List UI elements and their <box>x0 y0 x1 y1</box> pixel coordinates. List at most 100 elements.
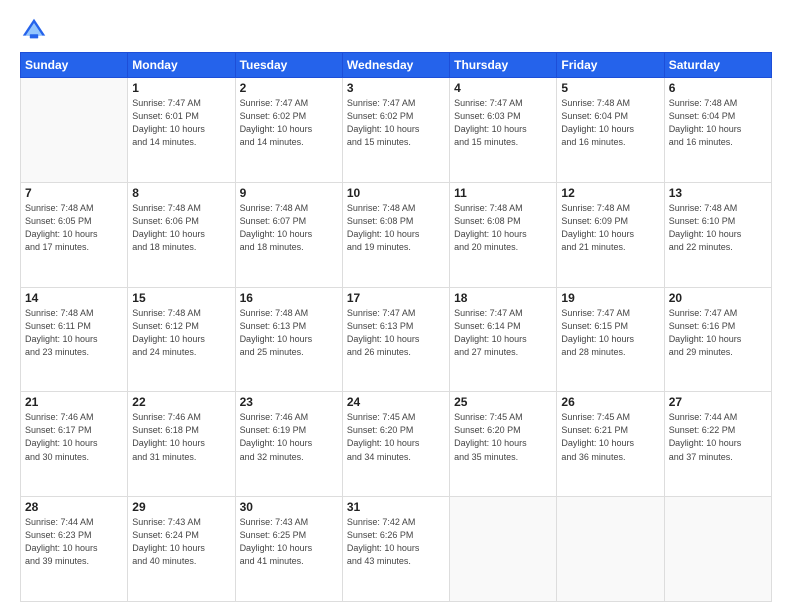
day-detail: Sunrise: 7:48 AMSunset: 6:08 PMDaylight:… <box>347 202 445 254</box>
week-row-1: 1 Sunrise: 7:47 AMSunset: 6:01 PMDaylight… <box>21 78 772 183</box>
day-detail: Sunrise: 7:48 AMSunset: 6:07 PMDaylight:… <box>240 202 338 254</box>
calendar-cell-1-1 <box>21 78 128 183</box>
calendar-cell-1-5: 4 Sunrise: 7:47 AMSunset: 6:03 PMDaylight… <box>450 78 557 183</box>
day-detail: Sunrise: 7:43 AMSunset: 6:24 PMDaylight:… <box>132 516 230 568</box>
calendar-cell-3-2: 15 Sunrise: 7:48 AMSunset: 6:12 PMDayligh… <box>128 287 235 392</box>
logo-icon <box>20 16 48 44</box>
weekday-header-row: SundayMondayTuesdayWednesdayThursdayFrid… <box>21 53 772 78</box>
day-number: 13 <box>669 186 767 200</box>
calendar-cell-1-6: 5 Sunrise: 7:48 AMSunset: 6:04 PMDaylight… <box>557 78 664 183</box>
week-row-3: 14 Sunrise: 7:48 AMSunset: 6:11 PMDayligh… <box>21 287 772 392</box>
day-detail: Sunrise: 7:48 AMSunset: 6:08 PMDaylight:… <box>454 202 552 254</box>
day-detail: Sunrise: 7:44 AMSunset: 6:23 PMDaylight:… <box>25 516 123 568</box>
logo <box>20 16 52 44</box>
day-detail: Sunrise: 7:47 AMSunset: 6:01 PMDaylight:… <box>132 97 230 149</box>
day-number: 26 <box>561 395 659 409</box>
calendar-cell-2-3: 9 Sunrise: 7:48 AMSunset: 6:07 PMDaylight… <box>235 182 342 287</box>
day-number: 24 <box>347 395 445 409</box>
calendar-cell-4-6: 26 Sunrise: 7:45 AMSunset: 6:21 PMDayligh… <box>557 392 664 497</box>
day-detail: Sunrise: 7:47 AMSunset: 6:03 PMDaylight:… <box>454 97 552 149</box>
day-detail: Sunrise: 7:48 AMSunset: 6:12 PMDaylight:… <box>132 307 230 359</box>
day-detail: Sunrise: 7:46 AMSunset: 6:19 PMDaylight:… <box>240 411 338 463</box>
day-number: 12 <box>561 186 659 200</box>
calendar-table: SundayMondayTuesdayWednesdayThursdayFrid… <box>20 52 772 602</box>
calendar-cell-3-7: 20 Sunrise: 7:47 AMSunset: 6:16 PMDayligh… <box>664 287 771 392</box>
day-number: 6 <box>669 81 767 95</box>
weekday-header-friday: Friday <box>557 53 664 78</box>
calendar-cell-5-3: 30 Sunrise: 7:43 AMSunset: 6:25 PMDayligh… <box>235 497 342 602</box>
calendar-cell-5-1: 28 Sunrise: 7:44 AMSunset: 6:23 PMDayligh… <box>21 497 128 602</box>
weekday-header-wednesday: Wednesday <box>342 53 449 78</box>
calendar-cell-2-7: 13 Sunrise: 7:48 AMSunset: 6:10 PMDayligh… <box>664 182 771 287</box>
calendar-cell-2-2: 8 Sunrise: 7:48 AMSunset: 6:06 PMDaylight… <box>128 182 235 287</box>
day-number: 4 <box>454 81 552 95</box>
day-detail: Sunrise: 7:45 AMSunset: 6:21 PMDaylight:… <box>561 411 659 463</box>
day-number: 3 <box>347 81 445 95</box>
day-detail: Sunrise: 7:45 AMSunset: 6:20 PMDaylight:… <box>454 411 552 463</box>
day-detail: Sunrise: 7:48 AMSunset: 6:09 PMDaylight:… <box>561 202 659 254</box>
day-number: 1 <box>132 81 230 95</box>
day-detail: Sunrise: 7:47 AMSunset: 6:16 PMDaylight:… <box>669 307 767 359</box>
day-number: 11 <box>454 186 552 200</box>
calendar-cell-3-5: 18 Sunrise: 7:47 AMSunset: 6:14 PMDayligh… <box>450 287 557 392</box>
day-number: 30 <box>240 500 338 514</box>
day-number: 27 <box>669 395 767 409</box>
day-number: 19 <box>561 291 659 305</box>
weekday-header-tuesday: Tuesday <box>235 53 342 78</box>
calendar-cell-5-5 <box>450 497 557 602</box>
calendar-cell-3-4: 17 Sunrise: 7:47 AMSunset: 6:13 PMDayligh… <box>342 287 449 392</box>
day-number: 10 <box>347 186 445 200</box>
header <box>20 16 772 44</box>
day-detail: Sunrise: 7:47 AMSunset: 6:14 PMDaylight:… <box>454 307 552 359</box>
day-number: 31 <box>347 500 445 514</box>
calendar-cell-4-4: 24 Sunrise: 7:45 AMSunset: 6:20 PMDayligh… <box>342 392 449 497</box>
day-number: 9 <box>240 186 338 200</box>
page: SundayMondayTuesdayWednesdayThursdayFrid… <box>0 0 792 612</box>
calendar-cell-4-5: 25 Sunrise: 7:45 AMSunset: 6:20 PMDayligh… <box>450 392 557 497</box>
day-number: 8 <box>132 186 230 200</box>
day-number: 18 <box>454 291 552 305</box>
day-detail: Sunrise: 7:48 AMSunset: 6:06 PMDaylight:… <box>132 202 230 254</box>
calendar-cell-1-3: 2Sunrise: 7:47 AMSunset: 6:02 PMDaylight… <box>235 78 342 183</box>
day-detail: Sunrise: 7:46 AMSunset: 6:17 PMDaylight:… <box>25 411 123 463</box>
week-row-5: 28 Sunrise: 7:44 AMSunset: 6:23 PMDayligh… <box>21 497 772 602</box>
day-number: 5 <box>561 81 659 95</box>
day-number: 28 <box>25 500 123 514</box>
day-detail: Sunrise: 7:48 AMSunset: 6:10 PMDaylight:… <box>669 202 767 254</box>
weekday-header-monday: Monday <box>128 53 235 78</box>
day-detail: Sunrise: 7:48 AMSunset: 6:11 PMDaylight:… <box>25 307 123 359</box>
day-detail: Sunrise: 7:47 AMSunset: 6:13 PMDaylight:… <box>347 307 445 359</box>
day-detail: Sunrise: 7:42 AMSunset: 6:26 PMDaylight:… <box>347 516 445 568</box>
calendar-cell-3-3: 16Sunrise: 7:48 AMSunset: 6:13 PMDayligh… <box>235 287 342 392</box>
day-detail: Sunrise: 7:43 AMSunset: 6:25 PMDaylight:… <box>240 516 338 568</box>
weekday-header-thursday: Thursday <box>450 53 557 78</box>
day-number: 7 <box>25 186 123 200</box>
day-number: 20 <box>669 291 767 305</box>
calendar-cell-4-1: 21 Sunrise: 7:46 AMSunset: 6:17 PMDayligh… <box>21 392 128 497</box>
calendar-cell-3-6: 19Sunrise: 7:47 AMSunset: 6:15 PMDayligh… <box>557 287 664 392</box>
day-number: 21 <box>25 395 123 409</box>
day-detail: Sunrise: 7:48 AMSunset: 6:13 PMDaylight:… <box>240 307 338 359</box>
calendar-cell-2-1: 7Sunrise: 7:48 AMSunset: 6:05 PMDaylight… <box>21 182 128 287</box>
day-number: 14 <box>25 291 123 305</box>
day-number: 17 <box>347 291 445 305</box>
calendar-cell-4-3: 23Sunrise: 7:46 AMSunset: 6:19 PMDayligh… <box>235 392 342 497</box>
day-number: 25 <box>454 395 552 409</box>
day-detail: Sunrise: 7:45 AMSunset: 6:20 PMDaylight:… <box>347 411 445 463</box>
calendar-cell-4-7: 27Sunrise: 7:44 AMSunset: 6:22 PMDayligh… <box>664 392 771 497</box>
calendar-cell-5-2: 29Sunrise: 7:43 AMSunset: 6:24 PMDayligh… <box>128 497 235 602</box>
calendar-cell-5-6 <box>557 497 664 602</box>
calendar-cell-2-5: 11 Sunrise: 7:48 AMSunset: 6:08 PMDayligh… <box>450 182 557 287</box>
calendar-cell-2-4: 10 Sunrise: 7:48 AMSunset: 6:08 PMDayligh… <box>342 182 449 287</box>
day-detail: Sunrise: 7:47 AMSunset: 6:02 PMDaylight:… <box>347 97 445 149</box>
weekday-header-sunday: Sunday <box>21 53 128 78</box>
day-number: 22 <box>132 395 230 409</box>
calendar-cell-2-6: 12 Sunrise: 7:48 AMSunset: 6:09 PMDayligh… <box>557 182 664 287</box>
day-number: 15 <box>132 291 230 305</box>
calendar-cell-4-2: 22Sunrise: 7:46 AMSunset: 6:18 PMDayligh… <box>128 392 235 497</box>
day-detail: Sunrise: 7:48 AMSunset: 6:04 PMDaylight:… <box>561 97 659 149</box>
day-number: 2 <box>240 81 338 95</box>
calendar-cell-5-4: 31 Sunrise: 7:42 AMSunset: 6:26 PMDayligh… <box>342 497 449 602</box>
week-row-2: 7Sunrise: 7:48 AMSunset: 6:05 PMDaylight… <box>21 182 772 287</box>
calendar-cell-1-2: 1 Sunrise: 7:47 AMSunset: 6:01 PMDaylight… <box>128 78 235 183</box>
